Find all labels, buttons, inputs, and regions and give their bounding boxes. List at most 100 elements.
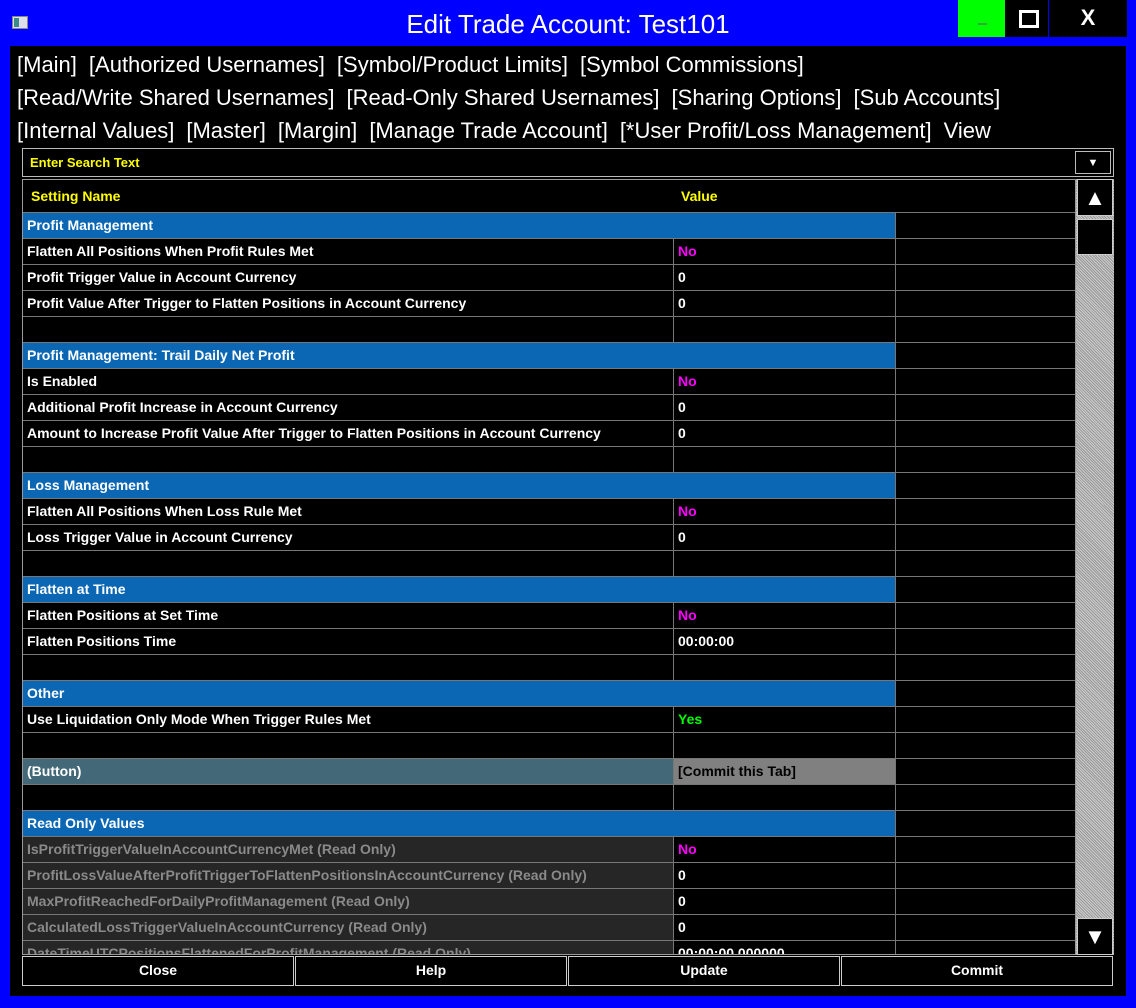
tab-symbol-product-limits[interactable]: [Symbol/Product Limits] [337, 52, 568, 77]
readonly-row[interactable]: ProfitLossValueAfterProfitTriggerToFlatt… [23, 863, 1075, 889]
value-cell[interactable]: 0 [673, 525, 895, 550]
value-cell[interactable]: 0 [673, 395, 895, 420]
tab-authorized-usernames[interactable]: [Authorized Usernames] [89, 52, 325, 77]
extra-cell [895, 265, 1075, 290]
empty-cell [23, 655, 673, 680]
value-cell[interactable]: No [673, 239, 895, 264]
update-button[interactable]: Update [568, 956, 840, 986]
scroll-thumb[interactable] [1077, 219, 1113, 255]
empty-cell [895, 551, 1075, 576]
setting-row[interactable]: Flatten Positions Time 00:00:00 [23, 629, 1075, 655]
setting-name: CalculatedLossTriggerValueInAccountCurre… [23, 915, 673, 940]
minimize-button[interactable] [958, 0, 1005, 37]
empty-cell [23, 733, 673, 758]
tab-user-profit-loss-management[interactable]: [*User Profit/Loss Management] [620, 118, 932, 143]
vertical-scrollbar[interactable]: ▲ ▼ [1076, 179, 1114, 955]
setting-row[interactable]: Use Liquidation Only Mode When Trigger R… [23, 707, 1075, 733]
tab-view[interactable]: View [944, 118, 991, 143]
readonly-row[interactable]: DateTimeUTCPositionsFlattenedForProfitMa… [23, 941, 1075, 954]
tab-manage-trade-account[interactable]: [Manage Trade Account] [369, 118, 608, 143]
setting-name: Flatten All Positions When Loss Rule Met [27, 503, 302, 519]
search-input[interactable]: Enter Search Text ▼ [22, 148, 1114, 177]
tab-internal-values[interactable]: [Internal Values] [17, 118, 174, 143]
value-cell[interactable]: 0 [673, 291, 895, 316]
tab-main[interactable]: [Main] [17, 52, 77, 77]
commit-button[interactable]: Commit [841, 956, 1113, 986]
extra-cell [895, 629, 1075, 654]
extra-cell [895, 291, 1075, 316]
setting-row[interactable]: Flatten All Positions When Loss Rule Met… [23, 499, 1075, 525]
value-cell[interactable]: 00:00:00.000000 [673, 941, 895, 954]
value-cell[interactable]: 0 [673, 889, 895, 914]
empty-cell [673, 317, 895, 342]
scroll-up-icon[interactable]: ▲ [1077, 179, 1113, 216]
empty-cell [895, 733, 1075, 758]
close-button[interactable]: Close [22, 956, 294, 986]
empty-cell [895, 655, 1075, 680]
tab-sharing-options[interactable]: [Sharing Options] [672, 85, 842, 110]
header-setting-name: Setting Name [31, 188, 121, 204]
setting-row[interactable]: Loss Trigger Value in Account Currency 0 [23, 525, 1075, 551]
empty-cell [673, 785, 895, 810]
readonly-row[interactable]: MaxProfitReachedForDailyProfitManagement… [23, 889, 1075, 915]
value-cell[interactable]: 00:00:00 [673, 629, 895, 654]
extra-cell [895, 889, 1075, 914]
setting-row[interactable]: Flatten Positions at Set Time No [23, 603, 1075, 629]
value-cell[interactable]: 0 [673, 915, 895, 940]
maximize-button[interactable] [1005, 0, 1048, 37]
tab-sub-accounts[interactable]: [Sub Accounts] [854, 85, 1001, 110]
value-cell[interactable]: Yes [673, 707, 895, 732]
tab-margin[interactable]: [Margin] [278, 118, 357, 143]
commit-tab-row[interactable]: (Button) [Commit this Tab] [23, 759, 1075, 785]
tab-symbol-commissions[interactable]: [Symbol Commissions] [580, 52, 804, 77]
bottom-buttons: Close Help Update Commit [22, 956, 1114, 986]
extra-cell [895, 681, 1075, 706]
value-cell[interactable]: 0 [673, 863, 895, 888]
extra-cell [895, 811, 1075, 836]
tab-read-write-shared-usernames[interactable]: [Read/Write Shared Usernames] [17, 85, 335, 110]
chevron-down-icon[interactable]: ▼ [1075, 151, 1111, 174]
setting-row[interactable]: Additional Profit Increase in Account Cu… [23, 395, 1075, 421]
commit-tab-button[interactable]: [Commit this Tab] [673, 759, 895, 784]
value-cell[interactable]: No [673, 837, 895, 862]
setting-name: Flatten All Positions When Profit Rules … [27, 243, 314, 259]
setting-row[interactable]: Amount to Increase Profit Value After Tr… [23, 421, 1075, 447]
extra-cell [895, 239, 1075, 264]
empty-cell [673, 733, 895, 758]
tab-line: [Internal Values] [Master] [Margin] [Manage… [17, 118, 1003, 144]
tab-master[interactable]: [Master] [186, 118, 265, 143]
value-cell[interactable]: No [673, 499, 895, 524]
empty-cell [23, 317, 673, 342]
setting-name: IsProfitTriggerValueInAccountCurrencyMet… [23, 837, 673, 862]
close-window-button[interactable]: X [1049, 0, 1127, 37]
tab-line: [Read/Write Shared Usernames] [Read-Only … [17, 85, 1012, 111]
blank-row [23, 317, 1075, 343]
setting-row[interactable]: Is Enabled No [23, 369, 1075, 395]
empty-cell [673, 655, 895, 680]
value-cell[interactable]: 0 [673, 421, 895, 446]
tab-read-only-shared-usernames[interactable]: [Read-Only Shared Usernames] [347, 85, 660, 110]
extra-cell [895, 603, 1075, 628]
setting-row[interactable]: Profit Value After Trigger to Flatten Po… [23, 291, 1075, 317]
value-cell[interactable]: No [673, 369, 895, 394]
value-cell[interactable]: 0 [673, 265, 895, 290]
value-cell[interactable]: No [673, 603, 895, 628]
setting-row[interactable]: Flatten All Positions When Profit Rules … [23, 239, 1075, 265]
blank-row [23, 655, 1075, 681]
section-title: Profit Management [23, 213, 895, 238]
settings-grid: Setting Name Value Profit Management Flat… [22, 179, 1076, 955]
readonly-row[interactable]: CalculatedLossTriggerValueInAccountCurre… [23, 915, 1075, 941]
section-header: Profit Management [23, 213, 1075, 239]
setting-name: DateTimeUTCPositionsFlattenedForProfitMa… [23, 941, 673, 954]
help-button[interactable]: Help [295, 956, 567, 986]
setting-row[interactable]: Profit Trigger Value in Account Currency… [23, 265, 1075, 291]
setting-name: Amount to Increase Profit Value After Tr… [27, 425, 601, 441]
setting-name: Loss Trigger Value in Account Currency [27, 529, 293, 545]
readonly-row[interactable]: IsProfitTriggerValueInAccountCurrencyMet… [23, 837, 1075, 863]
extra-cell [895, 759, 1075, 784]
extra-cell [895, 343, 1075, 368]
section-title: Loss Management [23, 473, 895, 498]
dialog-content: [Main] [Authorized Usernames] [Symbol/Prod… [10, 46, 1126, 996]
scroll-down-icon[interactable]: ▼ [1077, 918, 1113, 955]
extra-cell [895, 213, 1075, 238]
